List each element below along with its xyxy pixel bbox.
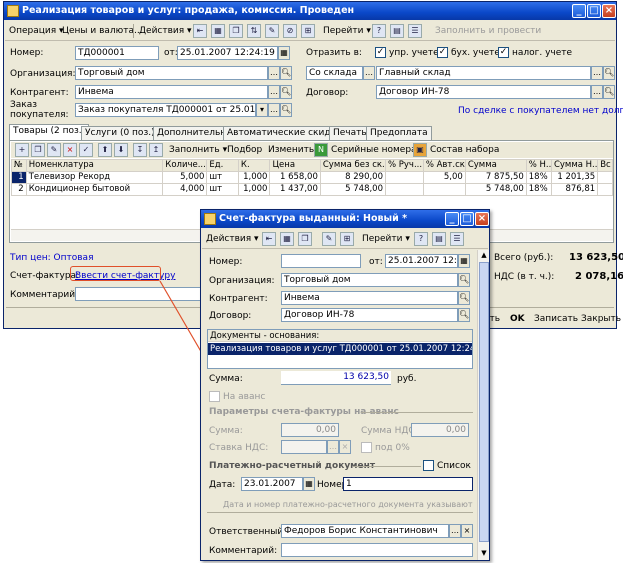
inv-sum-unit: руб. <box>397 374 417 384</box>
responsible-label: Ответственный: <box>209 527 287 537</box>
table-icon[interactable]: ▤ <box>432 232 446 246</box>
payment-hint: Дата и номер платежно-расчетного докумен… <box>223 500 473 509</box>
chart-icon[interactable]: ▦ <box>280 232 294 246</box>
inv-contractor-open-icon[interactable]: 🔍︎ <box>458 291 470 305</box>
inv-date-from-label: от: <box>369 257 383 267</box>
maximize-icon[interactable]: □ <box>460 212 474 226</box>
vertical-scrollbar[interactable]: ▲ ▼ <box>477 250 489 560</box>
responsible-select-button[interactable]: … <box>449 524 461 538</box>
document-icon <box>204 213 216 225</box>
pay-calendar-icon[interactable]: ▦ <box>303 477 315 491</box>
zero-rate-checkbox <box>361 442 372 453</box>
pay-date-field[interactable]: 23.01.2007 <box>241 477 303 491</box>
adv-sum-field: 0,00 <box>281 423 339 437</box>
invoice-titlebar[interactable]: Счет-фактура выданный: Новый * _ □ × <box>201 210 489 228</box>
scroll-thumb[interactable] <box>479 262 489 542</box>
back-icon[interactable]: ⇤ <box>262 232 276 246</box>
adv-vat-rate-select-button: … <box>327 440 339 454</box>
help-icon[interactable]: ? <box>414 232 428 246</box>
responsible-field[interactable]: Федоров Борис Константинович <box>281 524 449 538</box>
payment-section-line <box>353 466 421 467</box>
basis-documents-list[interactable]: Документы - основания: Реализация товаро… <box>207 329 473 369</box>
inv-contract-open-icon[interactable]: 🔍︎ <box>458 308 470 322</box>
actions-menu[interactable]: Действия ▾ <box>206 232 259 246</box>
settings-icon[interactable]: ☰ <box>450 232 464 246</box>
structure-icon[interactable]: ⊞ <box>340 232 354 246</box>
advance-section-line <box>361 412 473 413</box>
scroll-down-icon[interactable]: ▼ <box>479 548 489 558</box>
inv-calendar-icon[interactable]: ▦ <box>458 254 470 268</box>
inv-organization-field[interactable]: Торговый дом <box>281 273 458 287</box>
adv-vat-sum-field: 0,00 <box>411 423 469 437</box>
minimize-icon[interactable]: _ <box>445 212 459 226</box>
inv-sum-label: Сумма: <box>209 374 243 384</box>
list-checkbox[interactable] <box>423 460 434 471</box>
list-label: Список <box>437 461 471 471</box>
close-icon[interactable]: × <box>475 212 489 226</box>
basis-header: Документы - основания: <box>208 330 472 342</box>
goto-menu[interactable]: Перейти ▾ <box>362 232 410 246</box>
inv-contract-field[interactable]: Договор ИН-78 <box>281 308 458 322</box>
adv-vat-sum-label: Сумма НДС: <box>361 426 418 436</box>
advance-label: На аванс <box>223 392 266 402</box>
inv-comment-field[interactable] <box>281 543 473 557</box>
inv-comment-label: Комментарий: <box>209 546 278 556</box>
invoice-toolbar: Действия ▾ ⇤ ▦ ❐ ✎ ⊞ Перейти ▾ ? ▤ ☰ <box>202 229 488 249</box>
post-icon[interactable]: ✎ <box>322 232 336 246</box>
adv-vat-rate-label: Ставка НДС: <box>209 443 269 453</box>
invoice-title: Счет-фактура выданный: Новый * <box>219 213 408 224</box>
pay-number-field[interactable]: 1 <box>343 477 473 491</box>
adv-sum-label: Сумма: <box>209 426 243 436</box>
inv-number-field[interactable] <box>281 254 361 268</box>
inv-contractor-label: Контрагент: <box>209 294 268 304</box>
copy-icon[interactable]: ❐ <box>298 232 312 246</box>
adv-vat-rate-clear-icon: × <box>339 440 351 454</box>
inv-organization-open-icon[interactable]: 🔍︎ <box>458 273 470 287</box>
pay-date-label: Дата: <box>209 480 236 490</box>
zero-rate-label: под 0% <box>375 443 410 453</box>
payment-section-title: Платежно-расчетный документ <box>209 461 376 471</box>
inv-date-field[interactable]: 25.01.2007 12:24:19 <box>385 254 458 268</box>
inv-contractor-field[interactable]: Инвема <box>281 291 458 305</box>
scroll-up-icon[interactable]: ▲ <box>479 250 489 260</box>
adv-vat-rate-field <box>281 440 327 454</box>
inv-sum-field: 13 623,50 <box>281 371 391 385</box>
inv-organization-label: Организация: <box>209 276 275 286</box>
responsible-divider <box>207 512 473 513</box>
inv-contract-label: Договор: <box>209 311 252 321</box>
inv-number-label: Номер: <box>209 257 243 267</box>
invoice-window: Счет-фактура выданный: Новый * _ □ × Дей… <box>200 209 490 561</box>
list-item[interactable]: Реализация товаров и услуг ТД000001 от 2… <box>208 343 472 355</box>
responsible-clear-icon[interactable]: × <box>461 524 473 538</box>
advance-checkbox <box>209 391 220 402</box>
